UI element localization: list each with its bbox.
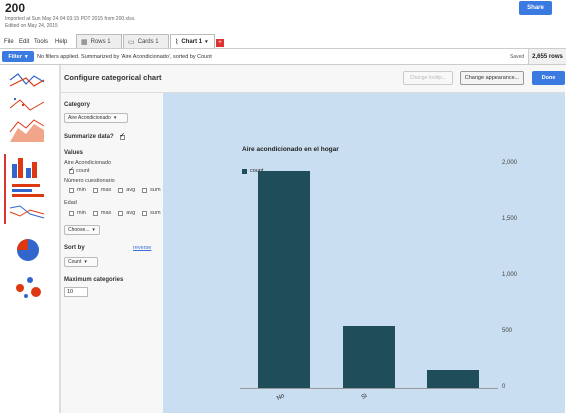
avg-checkbox[interactable]	[118, 187, 124, 193]
chart-title: Aire acondicionado en el hogar	[242, 146, 339, 153]
choose-dropdown[interactable]: Choose... ▾	[64, 225, 100, 235]
done-button[interactable]: Done	[532, 71, 565, 85]
chevron-down-icon: ▾	[205, 39, 208, 45]
document-title: 200	[5, 1, 26, 15]
change-appearance-button[interactable]: Change appearance...	[460, 71, 524, 85]
chevron-down-icon: ▾	[92, 227, 95, 233]
tab-cards-label: Cards 1	[137, 38, 159, 45]
bar[interactable]	[258, 171, 310, 388]
min-checkbox[interactable]	[69, 187, 74, 193]
option-label: min	[77, 210, 86, 216]
summarize-label: Summarize data?	[64, 134, 114, 140]
reverse-link[interactable]: reverse	[133, 245, 151, 251]
pie-chart-thumbnail[interactable]	[8, 236, 48, 264]
sum-checkbox[interactable]	[142, 210, 148, 216]
bar[interactable]	[343, 325, 395, 388]
filter-label: Filter	[8, 53, 22, 60]
menu-tools[interactable]: Tools	[34, 39, 48, 45]
count-checkbox[interactable]	[69, 166, 74, 174]
menu-edit[interactable]: Edit	[19, 39, 29, 45]
sort-dropdown[interactable]: Count ▾	[64, 257, 98, 267]
y-tick-label: 1,000	[502, 272, 518, 278]
cards-icon: ▭	[128, 38, 135, 46]
line-chart-thumbnail[interactable]	[8, 70, 48, 145]
add-tab-button[interactable]: +	[216, 39, 224, 47]
row-count: 2,655 rows	[528, 49, 566, 64]
category-dropdown[interactable]: Aire Acondicionado ▾	[64, 113, 128, 123]
table-icon: ▦	[81, 38, 88, 46]
tab-rows-label: Rows 1	[90, 38, 111, 45]
tab-rows[interactable]: ▦ Rows 1	[76, 34, 122, 48]
tab-cards[interactable]: ▭ Cards 1	[123, 34, 169, 48]
summarize-checkbox[interactable]	[119, 132, 125, 140]
x-axis-line	[240, 388, 498, 389]
chart-icon: ⌇	[175, 39, 179, 46]
sum-checkbox[interactable]	[142, 187, 148, 193]
y-tick-label: 2,000	[502, 160, 518, 166]
values-label: Values	[64, 150, 84, 156]
maxcat-label: Maximum categories	[64, 277, 124, 283]
filter-status: No filters applied. Summarized by 'Aire …	[37, 54, 212, 60]
aggregate-options: min max avg sum	[69, 210, 161, 216]
menu-file[interactable]: File	[4, 39, 14, 45]
category-value: Aire Acondicionado	[68, 115, 111, 121]
maxcat-input[interactable]: 10	[64, 287, 88, 297]
bar-chart-thumbnail[interactable]	[8, 156, 48, 224]
chevron-down-icon: ▾	[113, 115, 117, 121]
edit-info: Edited on May 24, 2015	[5, 23, 58, 29]
y-tick-label: 1,500	[502, 216, 518, 222]
option-label: sum	[150, 210, 161, 216]
chevron-down-icon: ▾	[84, 259, 87, 265]
y-tick-label: 500	[502, 328, 513, 334]
y-tick-label: 0	[502, 384, 506, 390]
min-checkbox[interactable]	[69, 210, 74, 216]
config-title: Configure categorical chart	[64, 73, 162, 82]
tab-chart[interactable]: ⌇ Chart 1 ▾	[170, 34, 215, 49]
avg-checkbox[interactable]	[118, 210, 124, 216]
selected-type-indicator	[4, 154, 6, 224]
option-label: min	[77, 187, 86, 193]
option-label: avg	[126, 210, 136, 216]
max-checkbox[interactable]	[92, 210, 98, 216]
aggregate-options: min max avg sum	[69, 187, 161, 193]
choose-label: Choose...	[68, 227, 90, 233]
option-label: max	[100, 210, 112, 216]
option-label: max	[100, 187, 112, 193]
summarize-row: Summarize data?	[64, 132, 125, 141]
sortby-label: Sort by	[64, 245, 85, 251]
saved-status: Saved	[510, 54, 525, 60]
share-button[interactable]: Share	[519, 1, 552, 15]
field-name: Edad	[64, 200, 77, 206]
menu-help[interactable]: Help	[55, 39, 67, 45]
tab-chart-label: Chart 1	[181, 39, 203, 45]
category-label: Category	[64, 102, 91, 108]
field-name: Número cuestionario	[64, 178, 115, 184]
change-tooltip-button[interactable]: Change tooltip...	[403, 71, 453, 85]
sort-value: Count	[68, 259, 82, 265]
chevron-down-icon: ▾	[24, 53, 28, 60]
legend-swatch	[242, 168, 247, 174]
filter-button[interactable]: Filter ▾	[2, 51, 34, 62]
option-label: sum	[150, 187, 161, 193]
bubble-chart-thumbnail[interactable]	[8, 272, 48, 302]
bar[interactable]	[427, 369, 479, 388]
count-option[interactable]: count	[69, 166, 90, 174]
option-label: avg	[126, 187, 136, 193]
max-checkbox[interactable]	[92, 187, 98, 193]
option-label: count	[76, 168, 90, 174]
import-info: Imported at Sun May 24 04:03:15 PDT 2015…	[5, 16, 136, 22]
